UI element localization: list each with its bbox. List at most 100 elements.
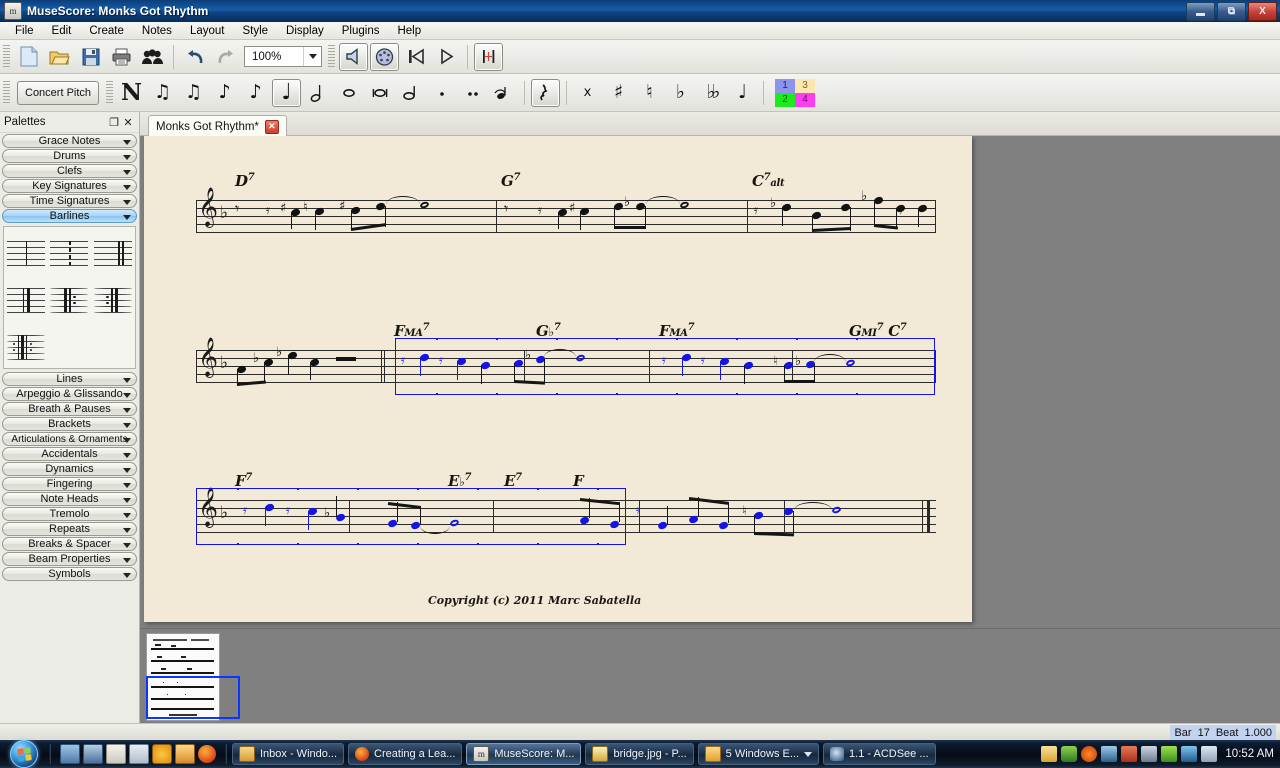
palette-symbols[interactable]: Symbols [2, 567, 137, 581]
chevron-down-icon[interactable] [123, 185, 131, 190]
duration-breve-button[interactable] [365, 79, 394, 107]
show-desktop-icon[interactable] [60, 744, 80, 764]
stem[interactable] [744, 365, 746, 384]
menu-plugins[interactable]: Plugins [333, 24, 389, 38]
chevron-down-icon[interactable] [123, 513, 131, 518]
close-icon[interactable]: ✕ [121, 115, 135, 129]
user-icon[interactable] [1141, 746, 1158, 762]
chevron-down-icon[interactable] [123, 200, 131, 205]
accidental-flat[interactable]: ♭ [324, 507, 330, 520]
switch-window-icon[interactable] [83, 744, 103, 764]
rest[interactable]: 𝄾 [235, 201, 239, 217]
taskbar-button-firefox[interactable]: Creating a Lea... [348, 743, 463, 765]
barline[interactable] [384, 350, 385, 383]
metronome-button[interactable] [474, 42, 503, 71]
accidental-flat[interactable]: ♭ [861, 190, 867, 203]
palette-cell-dashed-barline[interactable] [48, 227, 92, 274]
stem[interactable] [336, 496, 338, 517]
stem[interactable] [481, 365, 483, 384]
menu-display[interactable]: Display [277, 24, 333, 38]
rest[interactable]: 𝄿 [899, 204, 903, 217]
palette-cell-end-start-repeat[interactable] [4, 321, 48, 368]
note-input-mode-button[interactable]: N [117, 79, 146, 107]
network-tray-icon[interactable] [1101, 746, 1118, 762]
save-score-button[interactable] [76, 43, 105, 71]
taskbar-button-musescore[interactable]: m MuseScore: M... [466, 743, 582, 765]
stem[interactable] [315, 211, 317, 230]
final-barline-thin[interactable] [922, 500, 923, 533]
accidental-sharp-button[interactable]: ♯ [604, 79, 633, 107]
note-toolbar-grip[interactable] [3, 80, 10, 105]
tie-button[interactable] [489, 79, 518, 107]
chord-symbol[interactable]: C7alt [752, 172, 785, 190]
print-button[interactable] [107, 43, 136, 71]
barline[interactable] [196, 350, 197, 383]
accidental-sharp[interactable]: ♯ [280, 202, 286, 215]
palette-arpeggio-glissando[interactable]: Arpeggio & Glissando [2, 387, 137, 401]
duration-double-dot-button[interactable] [458, 79, 487, 107]
start-button[interactable] [2, 740, 46, 768]
palette-cell-normal-barline[interactable] [4, 227, 48, 274]
chevron-down-icon[interactable] [123, 453, 131, 458]
taskbar-button-inbox[interactable]: Inbox - Windo... [232, 743, 345, 765]
minimize-button[interactable] [1186, 2, 1215, 21]
palette-dynamics[interactable]: Dynamics [2, 462, 137, 476]
stem[interactable] [291, 212, 293, 229]
palette-time-signatures[interactable]: Time Signatures [2, 194, 137, 208]
rest[interactable]: 𝄿 [754, 204, 758, 217]
key-signature-flat[interactable]: ♭ [220, 205, 228, 222]
chevron-down-icon[interactable] [123, 378, 131, 383]
tie[interactable] [386, 196, 420, 204]
duration-half-button[interactable] [303, 79, 332, 107]
play-panel-button[interactable] [339, 42, 368, 71]
stem[interactable] [264, 362, 266, 381]
palette-cell-end-repeat[interactable] [91, 274, 135, 321]
rest[interactable]: 𝄿 [266, 204, 270, 217]
accidental-flat[interactable]: ♭ [276, 346, 282, 359]
barline[interactable] [196, 200, 197, 233]
rest[interactable]: 𝄾 [504, 201, 508, 217]
palette-cell-start-repeat[interactable] [48, 274, 92, 321]
score-canvas[interactable]: 𝄞 ♭ D7 G7 C7alt 𝄾 𝄿 ♯ ♮ ♯ 𝄾 𝄿 ♯ ♭ 𝄿 ♭ ♭ … [140, 136, 1280, 723]
navigator-panel[interactable] [140, 628, 1280, 723]
stem[interactable] [310, 362, 312, 380]
dropbox-icon[interactable] [1061, 746, 1078, 762]
tie[interactable] [646, 196, 680, 204]
update-icon[interactable] [1081, 746, 1098, 762]
palette-cell-end-barline[interactable] [4, 274, 48, 321]
mail-tray-icon[interactable] [1041, 746, 1058, 762]
barline[interactable] [381, 350, 382, 383]
voice-1-button[interactable]: 1 [775, 78, 796, 93]
palette-cell-double-barline[interactable] [91, 227, 135, 274]
selection-range-box[interactable] [196, 488, 626, 545]
accidental-double-sharp-button[interactable]: x [573, 79, 602, 107]
palette-grace-notes[interactable]: Grace Notes [2, 134, 137, 148]
toolbar-grip[interactable] [3, 44, 10, 69]
menu-create[interactable]: Create [80, 24, 133, 38]
palette-articulations-ornaments[interactable]: Articulations & Ornaments [2, 432, 137, 446]
chevron-down-icon[interactable] [123, 155, 131, 160]
voice-4-button[interactable]: 4 [795, 92, 816, 107]
key-signature-flat[interactable]: ♭ [220, 355, 228, 372]
duration-longa-button[interactable] [396, 79, 425, 107]
palette-accidentals[interactable]: Accidentals [2, 447, 137, 461]
treble-clef-icon[interactable]: 𝄞 [198, 190, 218, 224]
chevron-down-icon[interactable] [123, 573, 131, 578]
chevron-down-icon[interactable] [123, 528, 131, 533]
barline[interactable] [935, 200, 936, 233]
play-button[interactable] [432, 43, 461, 71]
rest[interactable]: 𝄿 [636, 504, 640, 517]
stem[interactable] [682, 357, 684, 376]
chord-symbol[interactable]: D7 [235, 172, 255, 190]
stem[interactable] [793, 511, 795, 534]
stem[interactable] [645, 206, 647, 228]
chevron-down-icon[interactable] [804, 751, 813, 757]
stem[interactable] [614, 206, 616, 228]
volume-icon[interactable] [1201, 746, 1218, 762]
palette-beam-properties[interactable]: Beam Properties [2, 552, 137, 566]
stem[interactable] [580, 211, 582, 230]
menu-help[interactable]: Help [388, 24, 430, 38]
menu-edit[interactable]: Edit [43, 24, 81, 38]
chevron-down-icon[interactable] [123, 543, 131, 548]
stem[interactable] [782, 207, 784, 226]
